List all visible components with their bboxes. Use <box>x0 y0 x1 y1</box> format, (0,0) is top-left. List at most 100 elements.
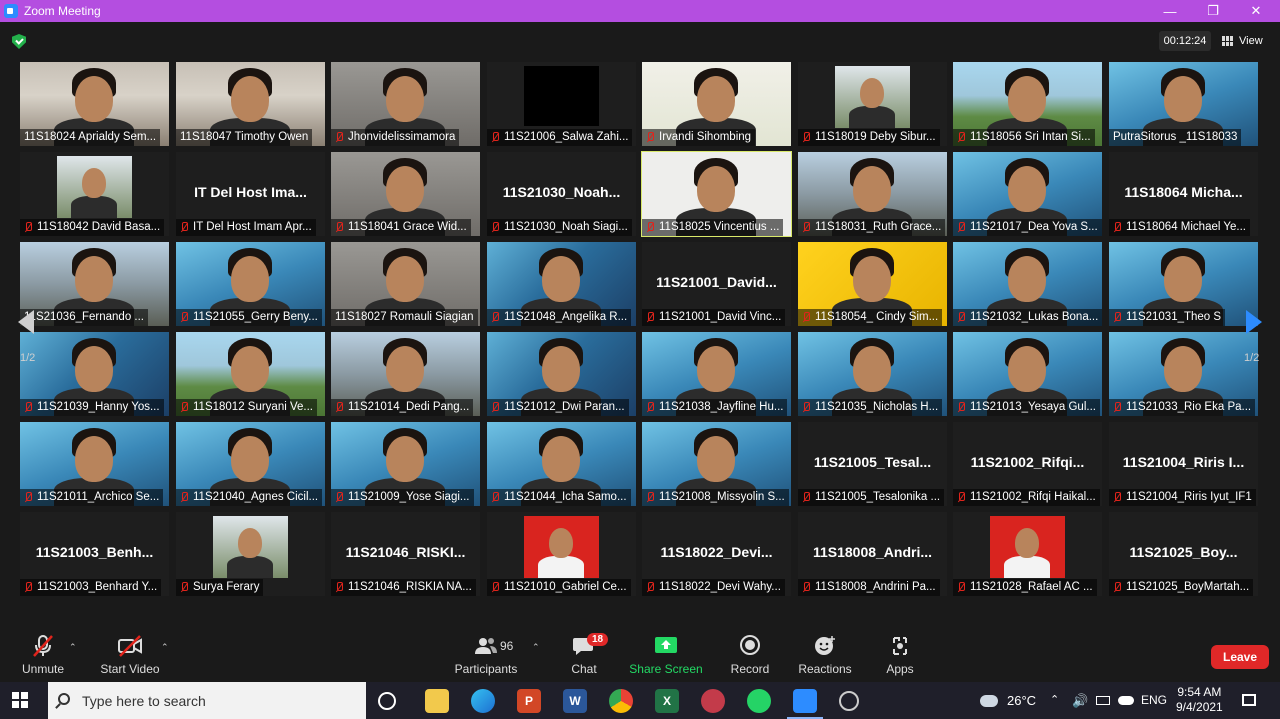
participant-tile[interactable]: 11S21036_Fernando ... <box>20 242 169 326</box>
participant-tile[interactable]: PutraSitorus _11S18033 <box>1109 62 1258 146</box>
onedrive-cloud-icon[interactable] <box>1118 696 1134 705</box>
participant-tile[interactable]: 11S21006_Salwa Zahi... <box>487 62 636 146</box>
participant-tile[interactable]: 11S18054_ Cindy Sim... <box>798 242 947 326</box>
obs-icon[interactable] <box>839 691 859 711</box>
participant-tile[interactable]: 11S21002_Rifqi... 11S21002_Rifqi Haikal..… <box>953 422 1102 506</box>
previous-page-arrow-icon[interactable] <box>18 310 34 334</box>
security-shield-icon[interactable] <box>12 34 26 49</box>
participant-tile[interactable]: 11S21013_Yesaya Gul... <box>953 332 1102 416</box>
word-icon[interactable]: W <box>563 689 587 713</box>
participant-tile[interactable]: 11S21048_Angelika R... <box>487 242 636 326</box>
snip-tool-icon[interactable] <box>701 689 725 713</box>
record-button[interactable]: Record <box>710 634 790 680</box>
file-explorer-icon[interactable] <box>425 689 449 713</box>
participant-tile[interactable]: 11S21031_Theo S <box>1109 242 1258 326</box>
participant-tile[interactable]: 11S21010_Gabriel Ce... <box>487 512 636 596</box>
participant-tile[interactable]: 11S21009_Yose Siagi... <box>331 422 480 506</box>
participant-tile[interactable]: 11S21025_Boy... 11S21025_BoyMartah... <box>1109 512 1258 596</box>
chrome-icon[interactable] <box>609 689 633 713</box>
task-view-icon[interactable] <box>378 692 396 710</box>
whatsapp-icon[interactable] <box>747 689 771 713</box>
participant-name: IT Del Host Imam Apr... <box>193 221 312 233</box>
powerpoint-icon[interactable]: P <box>517 689 541 713</box>
participant-tile[interactable]: 11S21008_Missyolin S... <box>642 422 791 506</box>
share-screen-button[interactable]: Share Screen <box>626 634 706 680</box>
start-video-button[interactable]: Start Video <box>90 634 170 680</box>
participant-tile[interactable]: 11S21012_Dwi Paran... <box>487 332 636 416</box>
participant-tile[interactable]: 11S18022_Devi... 11S18022_Devi Wahy... <box>642 512 791 596</box>
participant-tile[interactable]: 11S18056 Sri Intan Si... <box>953 62 1102 146</box>
excel-icon[interactable]: X <box>655 689 679 713</box>
participant-tile[interactable]: 11S18047 Timothy Owen <box>176 62 325 146</box>
muted-mic-icon <box>1112 582 1122 593</box>
participant-tile[interactable]: 11S21044_Icha Samo... <box>487 422 636 506</box>
participant-tile[interactable]: Jhonvidelissimamora <box>331 62 480 146</box>
participant-tile[interactable]: 11S21001_David... 11S21001_David Vinc... <box>642 242 791 326</box>
participant-tile[interactable]: 11S21004_Riris I... 11S21004_Riris Iyut_I… <box>1109 422 1258 506</box>
maximize-icon[interactable]: ❐ <box>1193 0 1233 22</box>
windows-start-icon[interactable] <box>12 692 28 708</box>
participant-display-name: 11S21001_David... <box>656 274 777 290</box>
participant-tile[interactable]: 11S21040_Agnes Cicil... <box>176 422 325 506</box>
participant-tile[interactable]: 11S18024 Aprialdy Sem... <box>20 62 169 146</box>
muted-mic-icon <box>179 312 189 323</box>
participant-tile[interactable]: 11S21017_Dea Yova S... <box>953 152 1102 236</box>
participant-tile[interactable]: 11S21035_Nicholas H... <box>798 332 947 416</box>
participant-name-label: 11S21048_Angelika R... <box>487 309 632 326</box>
participant-tile[interactable]: Surya Ferary <box>176 512 325 596</box>
participant-tile[interactable]: Irvandi Sihombing <box>642 62 791 146</box>
edge-browser-icon[interactable] <box>471 689 495 713</box>
participant-tile[interactable]: 11S21014_Dedi Pang... <box>331 332 480 416</box>
participant-tile[interactable]: 11S18031_Ruth Grace... <box>798 152 947 236</box>
unmute-button[interactable]: Unmute <box>3 634 83 680</box>
apps-button[interactable]: Apps <box>860 634 940 680</box>
participant-tile[interactable]: 11S18042 David Basa... <box>20 152 169 236</box>
battery-icon[interactable] <box>1096 696 1110 705</box>
audio-options-chevron-icon[interactable]: ⌃ <box>69 642 77 653</box>
participants-count: 96 <box>500 639 514 653</box>
participant-tile[interactable]: 11S18041 Grace Wid... <box>331 152 480 236</box>
participant-tile[interactable]: 11S21005_Tesal... 11S21005_Tesalonika ... <box>798 422 947 506</box>
participant-tile[interactable]: 11S18064 Micha... 11S18064 Michael Ye... <box>1109 152 1258 236</box>
taskbar-search-input[interactable]: Type here to search <box>48 682 366 719</box>
chat-button[interactable]: Chat <box>544 634 624 680</box>
weather-cloud-icon[interactable] <box>980 695 998 707</box>
participant-tile[interactable]: 11S21046_RISKI... 11S21046_RISKIA NA... <box>331 512 480 596</box>
close-icon[interactable]: ✕ <box>1236 0 1276 22</box>
participant-tile[interactable]: 11S18027 Romauli Siagian <box>331 242 480 326</box>
participant-tile[interactable]: 11S21055_Gerry Beny... <box>176 242 325 326</box>
participant-tile[interactable]: 11S18019 Deby Sibur... <box>798 62 947 146</box>
participant-tile[interactable]: 11S18012 Suryani Ve... <box>176 332 325 416</box>
participant-tile[interactable]: IT Del Host Ima... IT Del Host Imam Apr..… <box>176 152 325 236</box>
tray-chevron-icon[interactable]: ⌃ <box>1050 693 1059 706</box>
participant-tile[interactable]: 11S21030_Noah... 11S21030_Noah Siagi... <box>487 152 636 236</box>
muted-mic-icon <box>23 582 33 593</box>
participant-tile[interactable]: 11S21011_Archico Se... <box>20 422 169 506</box>
participant-tile[interactable]: 11S18008_Andri... 11S18008_Andrini Pa... <box>798 512 947 596</box>
participants-button[interactable]: Participants <box>446 634 526 680</box>
view-button[interactable]: View <box>1222 31 1263 51</box>
participant-tile[interactable]: 11S21003_Benh... 11S21003_Benhard Y... <box>20 512 169 596</box>
participant-tile[interactable]: 11S21038_Jayfline Hu... <box>642 332 791 416</box>
language-indicator[interactable]: ENG <box>1141 693 1167 707</box>
minimize-icon[interactable]: — <box>1150 0 1190 22</box>
volume-icon[interactable]: 🔊 <box>1072 693 1088 709</box>
participant-name: PutraSitorus _11S18033 <box>1113 131 1238 143</box>
leave-button[interactable]: Leave <box>1211 645 1269 669</box>
participants-chevron-icon[interactable]: ⌃ <box>532 642 540 653</box>
participant-name: 11S21011_Archico Se... <box>37 491 160 503</box>
taskbar-clock[interactable]: 9:54 AM 9/4/2021 <box>1176 685 1223 715</box>
participant-tile[interactable]: 11S21032_Lukas Bona... <box>953 242 1102 326</box>
participant-name-label: 11S21025_BoyMartah... <box>1109 579 1254 596</box>
notifications-icon[interactable] <box>1242 694 1256 706</box>
participant-tile[interactable]: 11S21028_Rafael AC ... <box>953 512 1102 596</box>
zoom-taskbar-icon[interactable] <box>787 689 823 719</box>
temperature-text[interactable]: 26°C <box>1007 693 1036 708</box>
muted-mic-icon <box>23 402 33 413</box>
participant-tile[interactable]: 11S18025 Vincentius ... <box>641 151 792 237</box>
video-options-chevron-icon[interactable]: ⌃ <box>161 642 169 653</box>
next-page-arrow-icon[interactable] <box>1246 310 1262 334</box>
reactions-button[interactable]: Reactions <box>785 634 865 680</box>
participant-tile[interactable]: 11S21039_Hanny Yos... <box>20 332 169 416</box>
participant-tile[interactable]: 11S21033_Rio Eka Pa... <box>1109 332 1258 416</box>
